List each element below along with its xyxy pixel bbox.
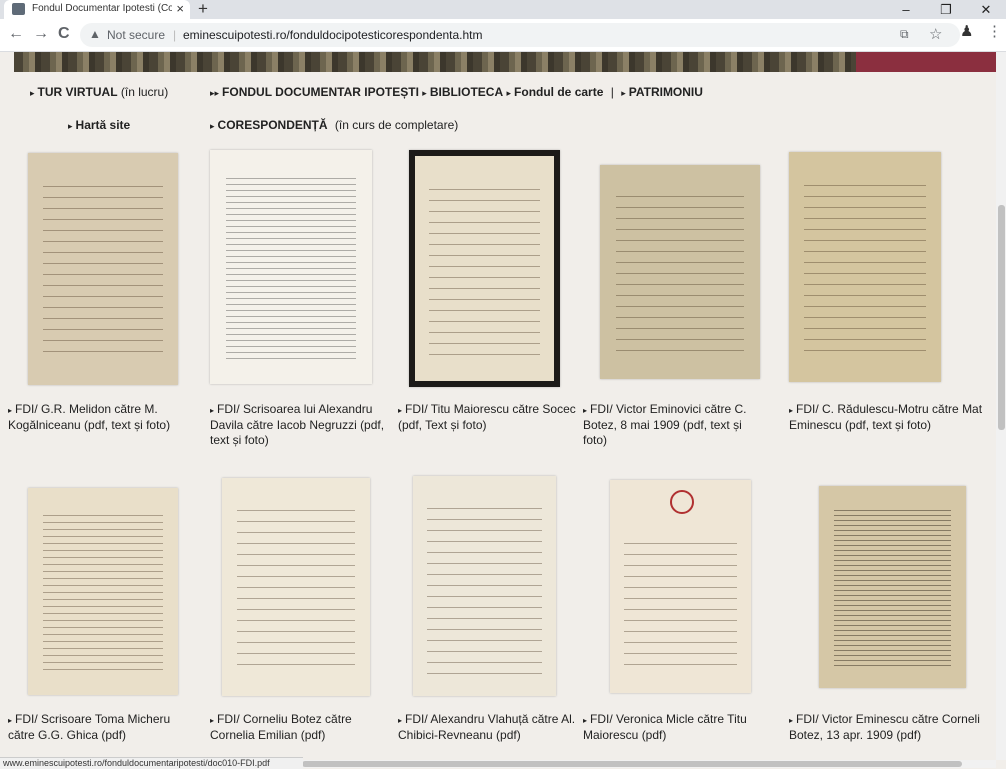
document-caption[interactable]: FDI/ Corneliu Botez către Cornelia Emili…	[210, 712, 352, 742]
bullet-arrow-icon: ▸	[210, 716, 215, 725]
bullet-arrow-icon: ▸	[398, 716, 403, 725]
bullet-arrow-icon: ▸	[8, 406, 13, 415]
header-banner-image	[14, 52, 856, 72]
not-secure-label: Not secure	[107, 28, 166, 42]
nav-fondul-documentar[interactable]: ▸▸ FONDUL DOCUMENTAR IPOTEȘTI ▸ BIBLIOTECA…	[210, 85, 703, 99]
bullet-arrow-icon: ▸	[30, 88, 35, 98]
document-link[interactable]: ▸ FDI/ Scrisoare Toma Micheru către G.G. …	[8, 712, 186, 743]
document-link[interactable]: ▸ FDI/ Titu Maiorescu către Socec (pdf, T…	[398, 402, 576, 433]
document-caption[interactable]: FDI/ C. Rădulescu-Motru către Mat Emines…	[789, 402, 982, 432]
not-secure-icon: ▲	[89, 27, 101, 41]
tab-strip: Fondul Documentar Ipotesti (Co × + – ❐ ✕	[0, 0, 1006, 19]
document-thumbnail[interactable]	[819, 486, 966, 688]
document-link[interactable]: ▸ FDI/ G.R. Melidon către M. Kogălniceanu…	[8, 402, 186, 433]
close-window-button[interactable]: ✕	[966, 0, 1006, 19]
bullet-arrow-icon: ▸	[621, 88, 626, 98]
header-banner-accent	[856, 52, 1000, 72]
document-link[interactable]: ▸ FDI/ Alexandru Vlahuță către Al. Chibic…	[398, 712, 576, 743]
document-link[interactable]: ▸ FDI/ Victor Eminescu către Corneli Bote…	[789, 712, 994, 743]
bullet-arrow-icon: ▸	[8, 716, 13, 725]
status-bar-url: www.eminescuipotesti.ro/fonduldocumentar…	[0, 757, 303, 769]
nav-harta-label[interactable]: Hartă site	[76, 118, 131, 132]
vertical-scrollbar-thumb[interactable]	[998, 205, 1005, 430]
nav-corespondenta[interactable]: ▸ CORESPONDENȚĂ (în curs de completare)	[210, 118, 458, 132]
document-thumbnail[interactable]	[789, 152, 941, 382]
document-thumbnail[interactable]	[610, 480, 751, 693]
close-tab-icon[interactable]: ×	[176, 1, 184, 16]
address-bar[interactable]: ▲ Not secure | eminescuipotesti.ro/fondu…	[80, 23, 960, 47]
document-thumbnail[interactable]	[222, 478, 370, 696]
favicon-icon	[12, 3, 25, 15]
document-link[interactable]: ▸ FDI/ Veronica Micle către Titu Maioresc…	[583, 712, 761, 743]
document-thumbnail[interactable]	[600, 165, 760, 379]
document-link[interactable]: ▸ FDI/ Corneliu Botez către Cornelia Emil…	[210, 712, 388, 743]
horizontal-scrollbar-thumb[interactable]	[302, 761, 962, 767]
nav-tur-virtual[interactable]: ▸ TUR VIRTUAL (în lucru)	[30, 85, 168, 99]
document-caption[interactable]: FDI/ Scrisoare Toma Micheru către G.G. G…	[8, 712, 170, 742]
bullet-arrow-icon: ▸	[583, 716, 588, 725]
browser-toolbar: ← → C ▲ Not secure | eminescuipotesti.ro…	[0, 19, 1006, 52]
document-thumbnail[interactable]	[413, 476, 556, 696]
bullet-arrow-icon: ▸	[210, 121, 215, 131]
extension-icon[interactable]: ♟	[960, 22, 973, 40]
document-thumbnail[interactable]	[210, 150, 372, 384]
bullet-arrow-icon: ▸	[506, 88, 512, 98]
back-icon[interactable]: ←	[8, 25, 24, 43]
nav-divider: |	[610, 85, 614, 99]
translate-icon[interactable]: ⧉	[900, 27, 909, 42]
bookmark-star-icon[interactable]: ☆	[929, 25, 942, 43]
nav-harta-site[interactable]: ▸ Hartă site	[68, 118, 130, 132]
document-thumbnail[interactable]	[409, 150, 560, 387]
url-text[interactable]: eminescuipotesti.ro/fonduldocipotesticor…	[183, 28, 483, 42]
document-caption[interactable]: FDI/ G.R. Melidon către M. Kogălniceanu …	[8, 402, 170, 432]
nav-fondul-label[interactable]: FONDUL DOCUMENTAR IPOTEȘTI	[222, 85, 419, 99]
bullet-arrow-icon: ▸	[789, 716, 794, 725]
nav-corespondenta-note: (în curs de completare)	[334, 118, 459, 132]
document-link[interactable]: ▸ FDI/ C. Rădulescu-Motru către Mat Emine…	[789, 402, 994, 433]
document-caption[interactable]: FDI/ Scrisoarea lui Alexandru Davila căt…	[210, 402, 384, 447]
nav-corespondenta-label[interactable]: CORESPONDENȚĂ	[218, 118, 328, 132]
forward-icon[interactable]: →	[33, 25, 49, 43]
bullet-arrow-icon: ▸	[422, 88, 427, 98]
bullet-arrow-icon: ▸	[68, 121, 73, 131]
document-caption[interactable]: FDI/ Victor Eminescu către Corneli Botez…	[789, 712, 980, 742]
document-caption[interactable]: FDI/ Victor Eminovici către C. Botez, 8 …	[583, 402, 747, 447]
browser-tab[interactable]: Fondul Documentar Ipotesti (Co ×	[4, 0, 190, 19]
document-link[interactable]: ▸ FDI/ Victor Eminovici către C. Botez, 8…	[583, 402, 761, 448]
bullet-arrow-icon: ▸▸	[210, 88, 220, 98]
minimize-button[interactable]: –	[886, 0, 926, 19]
document-caption[interactable]: FDI/ Titu Maiorescu către Socec (pdf, Te…	[398, 402, 576, 432]
tab-title: Fondul Documentar Ipotesti (Co	[32, 3, 172, 14]
address-separator: |	[173, 28, 177, 42]
nav-patrimoniu[interactable]: PATRIMONIU	[629, 85, 703, 99]
reload-icon[interactable]: C	[58, 25, 70, 43]
bullet-arrow-icon: ▸	[398, 406, 403, 415]
document-thumbnail[interactable]	[28, 488, 178, 695]
document-link[interactable]: ▸ FDI/ Scrisoarea lui Alexandru Davila că…	[210, 402, 388, 448]
maximize-button[interactable]: ❐	[926, 0, 966, 19]
nav-biblioteca[interactable]: BIBLIOTECA	[430, 85, 503, 99]
bullet-arrow-icon: ▸	[583, 406, 588, 415]
new-tab-button[interactable]: +	[198, 0, 208, 19]
document-caption[interactable]: FDI/ Alexandru Vlahuță către Al. Chibici…	[398, 712, 575, 742]
nav-tur-virtual-note: (în lucru)	[120, 85, 169, 99]
bullet-arrow-icon: ▸	[210, 406, 215, 415]
seal-icon	[670, 490, 694, 514]
browser-menu-icon[interactable]: ⋮	[987, 22, 1002, 40]
nav-fondul-carte[interactable]: Fondul de carte	[514, 85, 603, 99]
document-thumbnail[interactable]	[28, 153, 178, 385]
nav-tur-virtual-label[interactable]: TUR VIRTUAL	[38, 85, 118, 99]
document-caption[interactable]: FDI/ Veronica Micle către Titu Maiorescu…	[583, 712, 747, 742]
bullet-arrow-icon: ▸	[789, 406, 794, 415]
